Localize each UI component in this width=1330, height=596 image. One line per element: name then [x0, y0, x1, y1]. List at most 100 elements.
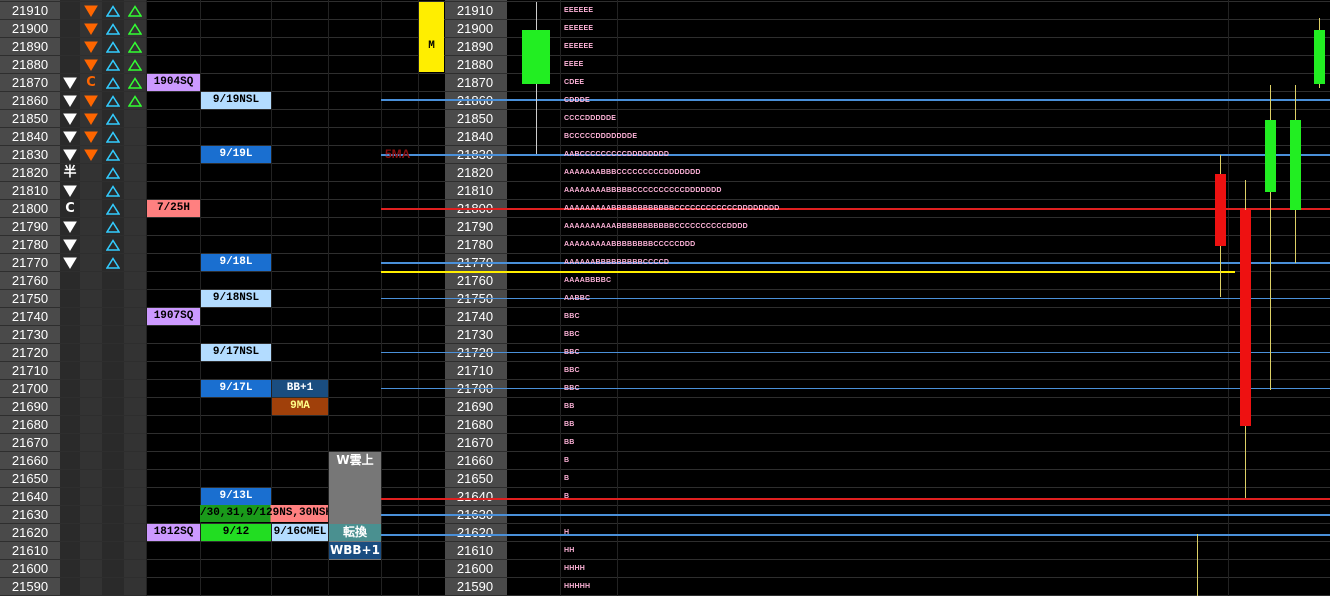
- left-price-label: 21900: [11, 21, 49, 36]
- tpo-row: AAAABBBBC: [564, 277, 612, 284]
- tpo-row: BBC: [564, 367, 580, 374]
- center-price-label: 21870: [456, 75, 494, 90]
- left-price-label: 21740: [11, 309, 49, 324]
- tpo-row: BB: [564, 403, 575, 410]
- label-913l[interactable]: 9/13L: [201, 488, 271, 505]
- orange-down-arrow-icon: [83, 92, 99, 110]
- label-912[interactable]: 9/12: [201, 524, 271, 541]
- orange-down-arrow-icon: [83, 20, 99, 38]
- tpo-row: EEEEEE: [564, 7, 594, 14]
- left-price-label: 21620: [11, 525, 49, 540]
- tpo-row: BBC: [564, 313, 580, 320]
- tpo-row: BBC: [564, 349, 580, 356]
- level-line-21800: [381, 208, 1330, 210]
- cyan-up-arrow-icon: [105, 92, 121, 110]
- left-price-label: 21730: [11, 327, 49, 342]
- center-price-label: 21680: [456, 417, 494, 432]
- orange-down-arrow-icon: [83, 110, 99, 128]
- label-918nsl[interactable]: 9/18NSL: [201, 290, 271, 307]
- label-1904sq[interactable]: 1904SQ: [147, 74, 200, 91]
- tpo-row: B: [564, 457, 570, 464]
- label-1812sq[interactable]: 1812SQ: [147, 524, 200, 541]
- left-price-label: 21790: [11, 219, 49, 234]
- tpo-row: EEEEEE: [564, 25, 594, 32]
- left-price-label: 21650: [11, 471, 49, 486]
- label-916cmel[interactable]: 9/16CMEL: [272, 524, 328, 541]
- orange-down-arrow-icon: [83, 128, 99, 146]
- level-line-21630: [381, 514, 1330, 516]
- tpo-row: AAAAAABBBBBBBBBCCCCD: [564, 259, 670, 266]
- tpo-row: AAAAAAAABBBBBCCCCCCCCCCDDDDDDD: [564, 187, 722, 194]
- tpo-row: AAAAAAABBBCCCCCCCCCDDDDDDD: [564, 169, 701, 176]
- level-line-yellow: [381, 271, 1235, 273]
- label-tenkan[interactable]: 転換: [329, 524, 381, 541]
- left-price-label: 21760: [11, 273, 49, 288]
- label-1907sq[interactable]: 1907SQ: [147, 308, 200, 325]
- cyan-up-arrow-icon: [105, 74, 121, 92]
- level-line-21640: [381, 498, 1330, 500]
- cyan-up-arrow-icon: [105, 38, 121, 56]
- cyan-up-arrow-icon: [105, 236, 121, 254]
- orange-down-arrow-icon: [83, 146, 99, 164]
- level-line-21700: [381, 388, 1330, 389]
- label-919nsl[interactable]: 9/19NSL: [201, 92, 271, 109]
- label-725h[interactable]: 7/25H: [147, 200, 200, 217]
- left-price-label: 21640: [11, 489, 49, 504]
- center-price-label: 21610: [456, 543, 494, 558]
- white-down-arrow-icon: [62, 146, 78, 164]
- center-price-label: 21640: [456, 489, 494, 504]
- center-price-label: 21590: [456, 579, 494, 594]
- tpo-row: BB: [564, 439, 575, 446]
- left-price-label: 21780: [11, 237, 49, 252]
- candle-body-green: [1314, 30, 1325, 84]
- center-price-label: 21650: [456, 471, 494, 486]
- tpo-row: B: [564, 475, 570, 482]
- center-price-label: 21700: [456, 381, 494, 396]
- tpo-row: EEEE: [564, 61, 584, 68]
- green-up-arrow-icon: [127, 2, 143, 20]
- green-up-arrow-icon: [127, 74, 143, 92]
- label-917nsl[interactable]: 9/17NSL: [201, 344, 271, 361]
- orange-down-arrow-icon: [83, 38, 99, 56]
- candle-body-green: [1265, 120, 1276, 192]
- label-wbb1[interactable]: WBB+1: [329, 542, 381, 559]
- white-down-arrow-icon: [62, 218, 78, 236]
- label-bb1[interactable]: BB+1: [272, 380, 328, 397]
- label-wcloud[interactable]: W雲上: [329, 452, 381, 469]
- center-price-label: 21660: [456, 453, 494, 468]
- left-price-label: 21910: [11, 3, 49, 18]
- center-price-label: 21670: [456, 435, 494, 450]
- label-917l[interactable]: 9/17L: [201, 380, 271, 397]
- label-918l[interactable]: 9/18L: [201, 254, 271, 271]
- candle-body-red: [1215, 174, 1226, 246]
- center-price-label: 21860: [447, 92, 503, 110]
- center-price-label: 21730: [456, 327, 494, 342]
- label-9ma[interactable]: 9MA: [272, 398, 328, 415]
- label-multi-date-nsh[interactable]: /30,31,9/129NS,30NSH: [200, 505, 328, 522]
- center-price-label: 21900: [456, 21, 494, 36]
- tpo-row: HHHHH: [564, 583, 591, 590]
- col1-text-marker: C: [65, 201, 75, 216]
- left-price-label: 21820: [11, 165, 49, 180]
- cyan-up-arrow-icon: [105, 110, 121, 128]
- tpo-row: H: [564, 529, 570, 536]
- center-price-label: 21600: [456, 561, 494, 576]
- left-price-label: 21870: [11, 75, 49, 90]
- white-down-arrow-icon: [62, 236, 78, 254]
- left-price-label: 21770: [11, 255, 49, 270]
- cyan-up-arrow-icon: [105, 128, 121, 146]
- green-up-arrow-icon: [127, 92, 143, 110]
- tpo-row: CCCCDDDDDE: [564, 115, 617, 122]
- label-m[interactable]: M: [419, 38, 444, 55]
- level-line-21750: [381, 298, 1330, 299]
- left-price-label: 21830: [11, 147, 49, 162]
- center-price-label: 21850: [456, 111, 494, 126]
- level-line-21720: [381, 352, 1330, 353]
- left-price-label: 21840: [11, 129, 49, 144]
- center-price-label: 21790: [456, 219, 494, 234]
- tpo-row: CDEE: [564, 79, 585, 86]
- left-price-label: 21690: [11, 399, 49, 414]
- tpo-row: AAAAAAAAABBBBBBBBCCCCCDDD: [564, 241, 696, 248]
- label-919l[interactable]: 9/19L: [201, 146, 271, 163]
- left-price-label: 21600: [11, 561, 49, 576]
